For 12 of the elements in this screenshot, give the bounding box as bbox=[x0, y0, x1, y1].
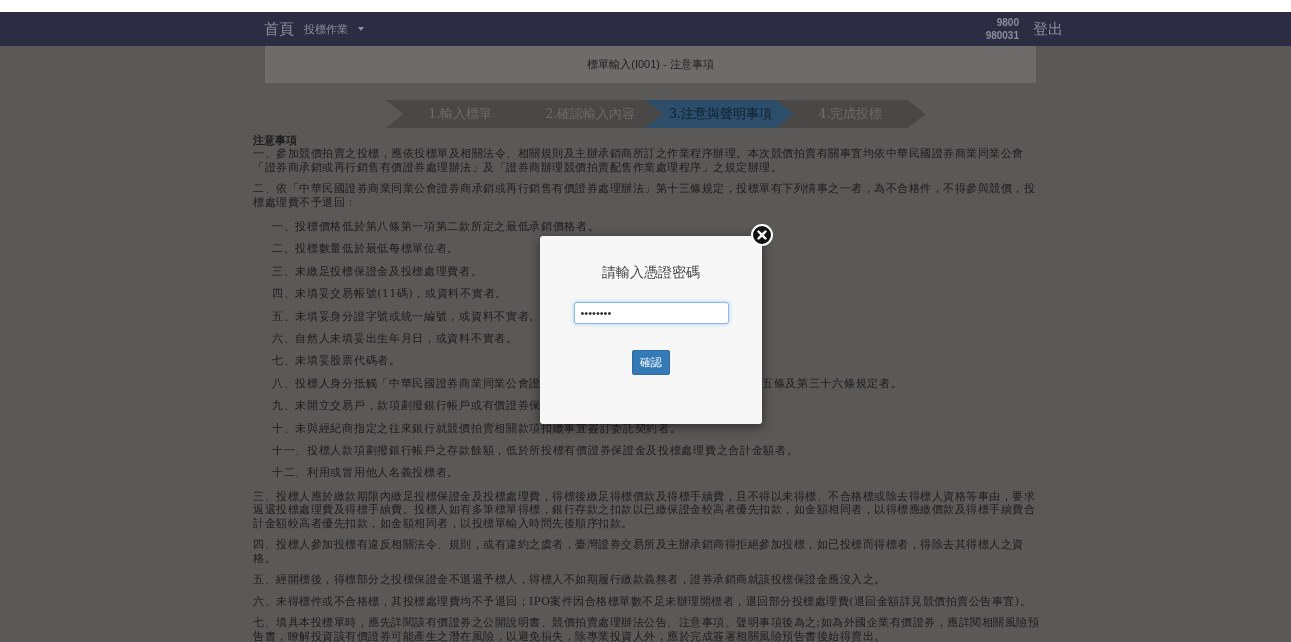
close-icon[interactable] bbox=[751, 224, 773, 246]
page-title: 標單輸入(I001) - 注意事項 bbox=[265, 46, 1036, 83]
password-field[interactable]: •••••••• bbox=[573, 302, 729, 324]
user-id: 980031 bbox=[985, 29, 1019, 42]
notice-heading: 注意事項 bbox=[253, 133, 298, 147]
confirm-button[interactable]: 確認 bbox=[632, 350, 670, 375]
user-id: 9800 bbox=[996, 16, 1019, 29]
caret-icon bbox=[358, 27, 364, 31]
menu-link[interactable]: 投標作業 bbox=[304, 21, 348, 37]
logout-link[interactable]: 登出 bbox=[1033, 19, 1063, 39]
home-link[interactable]: 首頁 bbox=[264, 19, 294, 39]
dialog-title: 請輸入憑證密碼 bbox=[602, 264, 700, 282]
